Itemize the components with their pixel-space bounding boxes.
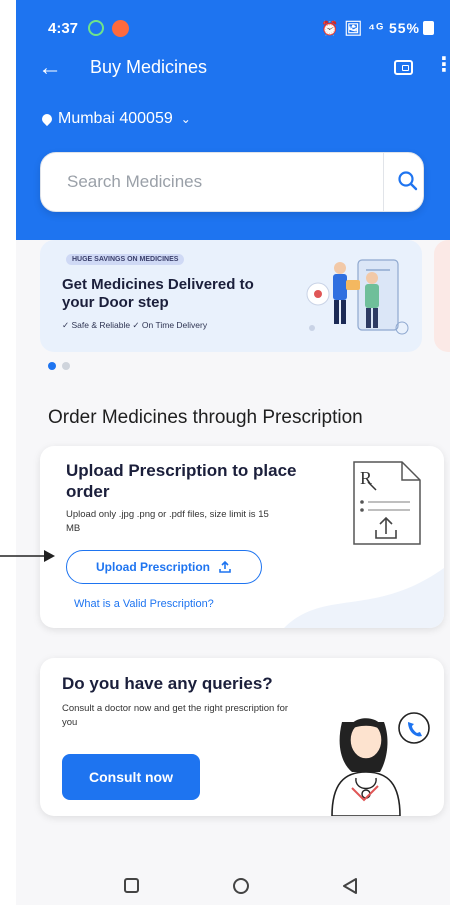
carousel-dot[interactable] <box>62 362 70 370</box>
more-options-icon[interactable]: ⋮ <box>434 55 450 75</box>
query-card-title: Do you have any queries? <box>62 674 273 693</box>
wallet-icon[interactable] <box>394 60 413 75</box>
battery-icon <box>423 21 434 35</box>
consult-now-button[interactable]: Consult now <box>62 754 200 800</box>
status-icons: ⏰ 🖼 ⁴ᴳ 55% <box>321 20 420 36</box>
phone-screen: 4:37 ⏰ 🖼 ⁴ᴳ 55% ← Buy Medicines ⋮ Mumbai… <box>16 0 450 905</box>
upload-button-label: Upload Prescription <box>95 560 211 574</box>
status-bar: 4:37 ⏰ 🖼 ⁴ᴳ 55% <box>16 0 450 60</box>
carousel-dot-active[interactable] <box>48 362 56 370</box>
home-button[interactable] <box>233 878 249 894</box>
system-back-button[interactable] <box>340 876 360 896</box>
upload-prescription-card: Upload Prescription to place order Uploa… <box>40 446 444 628</box>
status-right: ⏰ 🖼 ⁴ᴳ 55% <box>321 20 434 37</box>
section-title: Order Medicines through Prescription <box>48 407 363 428</box>
recent-apps-button[interactable] <box>124 878 139 893</box>
page-title: Buy Medicines <box>90 57 208 77</box>
promo-banner[interactable]: HUGE SAVINGS ON MEDICINES Get Medicines … <box>40 240 422 352</box>
upload-icon <box>219 560 231 573</box>
chevron-down-icon: ⌄ <box>180 112 191 126</box>
upload-card-title: Upload Prescription to place order <box>66 461 297 501</box>
banner-features: ✓ Safe & Reliable ✓ On Time Delivery <box>62 320 208 330</box>
valid-prescription-link[interactable]: What is a Valid Prescription? <box>74 598 214 610</box>
prescription-document-icon: R <box>353 461 421 545</box>
queries-card: Do you have any queries? Consult a docto… <box>40 658 444 816</box>
location-selector[interactable]: Mumbai 400059 ⌄ <box>39 110 191 128</box>
upload-prescription-button[interactable]: Upload Prescription <box>66 550 262 584</box>
delivery-illustration <box>306 259 409 335</box>
banner-headline: Get Medicines Delivered to your Door ste… <box>62 276 254 311</box>
location-pin-icon <box>39 111 55 127</box>
back-arrow-icon[interactable]: ← <box>38 54 62 82</box>
status-time: 4:37 <box>48 20 79 37</box>
search-icon[interactable] <box>396 169 420 193</box>
search-input[interactable]: Search Medicines <box>67 172 202 192</box>
upload-card-description: Upload only .jpg .png or .pdf files, siz… <box>66 509 269 534</box>
doctor-illustration <box>331 712 430 816</box>
annotation-arrow-icon <box>0 550 55 562</box>
banner-tag: HUGE SAVINGS ON MEDICINES <box>66 254 185 265</box>
whatsapp-icon <box>88 20 104 36</box>
search-divider <box>383 153 384 211</box>
next-banner-peek[interactable] <box>434 240 450 352</box>
card-background-wave <box>284 568 444 628</box>
location-label: Mumbai 400059 <box>58 110 173 127</box>
query-card-description: Consult a doctor now and get the right p… <box>62 703 289 728</box>
carousel-indicator <box>48 362 70 370</box>
system-nav-bar <box>16 858 450 905</box>
search-bar[interactable]: Search Medicines <box>40 152 424 212</box>
notification-icon <box>112 20 129 37</box>
